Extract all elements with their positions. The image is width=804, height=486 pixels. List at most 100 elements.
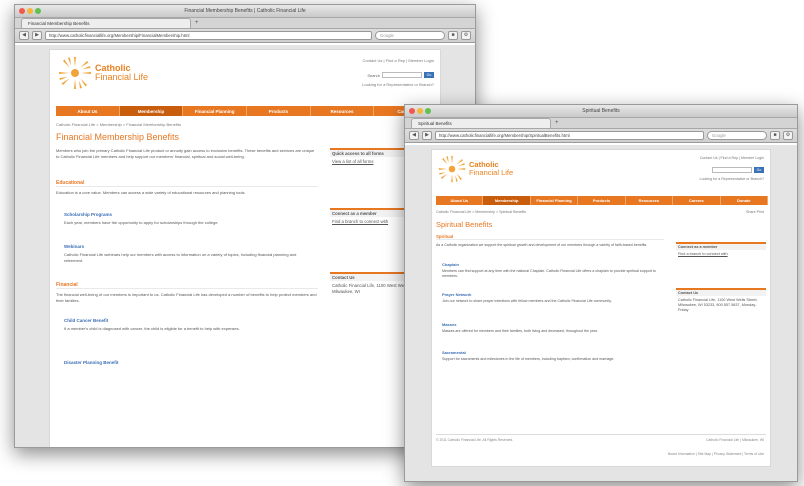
browser-content: Catholic Financial Life Contact Us | Fin… [405, 145, 797, 481]
site-search: Search Go [367, 72, 434, 78]
close-icon[interactable] [19, 8, 25, 14]
nav-item-financial-planning[interactable]: Financial Planning [183, 106, 248, 116]
footer-copyright: © 2011 Catholic Financial Life. All Righ… [436, 438, 514, 442]
main-nav: About Us Membership Financial Planning Prod… [56, 106, 439, 116]
site-search-input[interactable] [712, 167, 752, 173]
forward-icon[interactable]: ▶ [422, 131, 432, 140]
breadcrumb[interactable]: Catholic Financial Life > Membership > S… [436, 210, 526, 214]
close-icon[interactable] [409, 108, 415, 114]
child-cancer-text: If a member's child is diagnosed with ca… [64, 326, 240, 331]
nav-item-membership[interactable]: Membership [119, 106, 184, 116]
find-rep-link[interactable]: Looking for a Representative or Branch? [699, 177, 764, 181]
search-label: Search [367, 72, 380, 78]
scholarship-link[interactable]: Scholarship Programs [64, 212, 112, 217]
settings-icon[interactable]: ⚙ [461, 31, 471, 40]
sidebar-box-connect: Connect as a member Find a branch to con… [676, 242, 766, 272]
tab-financial-benefits[interactable]: Financial Membership Benefits [21, 18, 191, 28]
back-icon[interactable]: ◀ [409, 131, 419, 140]
sacramental-text: Support for sacraments and milestones in… [442, 357, 615, 361]
minimize-icon[interactable] [417, 108, 423, 114]
disaster-planning-link[interactable]: Disaster Planning Benefit [64, 360, 119, 365]
page-title: Financial Membership Benefits [56, 132, 180, 142]
back-icon[interactable]: ◀ [19, 31, 29, 40]
nav-item-about-us[interactable]: About Us [436, 196, 484, 205]
browser-window-spiritual-benefits: Spiritual Benefits Spiritual Benefits + … [404, 104, 798, 482]
section-text-educational: Education is a core value. Members can a… [56, 190, 246, 195]
browser-search-input[interactable]: Google [707, 131, 767, 140]
nav-item-products[interactable]: Products [578, 196, 626, 205]
section-heading-educational: Educational [56, 180, 318, 187]
prayer-network-heading: Prayer Network [442, 292, 472, 297]
top-links[interactable]: Contact Us | Find a Rep | Member Login [700, 156, 764, 160]
child-cancer-link[interactable]: Child Cancer Benefit [64, 318, 108, 323]
webinars-link[interactable]: Webinars [64, 244, 84, 249]
site-logo[interactable]: Catholic Financial Life [58, 56, 148, 90]
window-controls [19, 8, 41, 14]
scholarship-text: Each year, members have the opportunity … [64, 220, 219, 225]
nav-item-careers[interactable]: Careers [673, 196, 721, 205]
tab-bar: Spiritual Benefits + [405, 118, 797, 129]
page-title: Spiritual Benefits [436, 220, 493, 229]
section-text-financial: The financial well-being of our members … [56, 292, 317, 303]
chaplain-heading: Chaplain [442, 262, 459, 267]
nav-item-products[interactable]: Products [247, 106, 311, 116]
breadcrumb[interactable]: Catholic Financial Life > Membership > F… [56, 122, 181, 127]
masses-heading: Masses [442, 322, 457, 327]
forward-icon[interactable]: ▶ [32, 31, 42, 40]
prayer-network-text: Join our network to share prayer intenti… [442, 299, 612, 303]
site-search-input[interactable] [382, 72, 422, 78]
find-rep-link[interactable]: Looking for a Representative or Branch? [362, 82, 434, 87]
sunburst-logo-icon [438, 155, 466, 183]
main-nav: About Us Membership Financial Planning Prod… [436, 196, 768, 205]
site-search: Go [712, 167, 764, 173]
footer-divider [436, 434, 766, 435]
intro-text: Members who join the primary Catholic Fi… [56, 148, 315, 159]
chaplain-text: Members can find support at any time wit… [442, 269, 656, 278]
footer-links[interactable]: Board Information | Site Map | Privacy S… [668, 452, 764, 456]
masses-text: Masses are offered for members and their… [442, 329, 598, 333]
browser-search-input[interactable]: Google [375, 31, 445, 40]
bookmark-icon[interactable]: ■ [770, 131, 780, 140]
window-title: Spiritual Benefits [582, 108, 620, 114]
logo-line2: Financial Life [95, 72, 149, 82]
sidebar-box-contact: Contact Us Catholic Financial Life, 1100… [676, 288, 766, 360]
new-tab-icon[interactable]: + [555, 118, 559, 128]
zoom-icon[interactable] [425, 108, 431, 114]
webinars-text: Catholic Financial Life webinars help ou… [64, 252, 297, 263]
contact-text: Catholic Financial Life, 1100 West Wells… [678, 298, 758, 313]
webpage: Catholic Financial Life Contact Us | Fin… [49, 49, 441, 447]
bookmark-icon[interactable]: ■ [448, 31, 458, 40]
window-titlebar: Financial Membership Benefits | Catholic… [15, 5, 475, 18]
section-heading-spiritual: Spiritual [436, 234, 664, 240]
nav-item-resources[interactable]: Resources [311, 106, 375, 116]
tab-spiritual-benefits[interactable]: Spiritual Benefits [411, 118, 551, 128]
window-controls [409, 108, 431, 114]
settings-icon[interactable]: ⚙ [783, 131, 793, 140]
new-tab-icon[interactable]: + [195, 18, 199, 28]
sunburst-logo-icon [59, 57, 91, 89]
nav-item-financial-planning[interactable]: Financial Planning [531, 196, 579, 205]
site-logo[interactable]: Catholic Financial Life [438, 155, 513, 183]
address-bar[interactable]: http://www.catholicfinanciallife.org/Mem… [45, 31, 372, 40]
share-print-links[interactable]: Share Print [746, 210, 764, 214]
top-links[interactable]: Contact Us | Find a Rep | Member Login [363, 58, 434, 63]
nav-item-resources[interactable]: Resources [626, 196, 674, 205]
address-bar[interactable]: http://www.catholicfinanciallife.org/Mem… [435, 131, 704, 140]
window-title: Financial Membership Benefits | Catholic… [184, 8, 306, 14]
window-titlebar: Spiritual Benefits [405, 105, 797, 118]
sacramental-heading: Sacramental [442, 350, 466, 355]
browser-toolbar: ◀ ▶ http://www.catholicfinanciallife.org… [405, 129, 797, 143]
zoom-icon[interactable] [35, 8, 41, 14]
webpage: Catholic Financial Life Contact Us | Fin… [431, 149, 771, 467]
minimize-icon[interactable] [27, 8, 33, 14]
branch-link[interactable]: Find a branch to connect with [676, 250, 766, 259]
intro-text: As a Catholic organization we support th… [436, 243, 648, 247]
tab-bar: Financial Membership Benefits + [15, 18, 475, 29]
site-search-button[interactable]: Go [424, 72, 434, 78]
nav-item-about-us[interactable]: About Us [56, 106, 120, 116]
nav-item-donate[interactable]: Donate [721, 196, 768, 205]
site-search-button[interactable]: Go [754, 167, 764, 173]
nav-item-membership[interactable]: Membership [483, 196, 531, 205]
footer-address: Catholic Financial Life | Milwaukee, WI [706, 438, 764, 442]
section-heading-financial: Financial [56, 282, 318, 289]
